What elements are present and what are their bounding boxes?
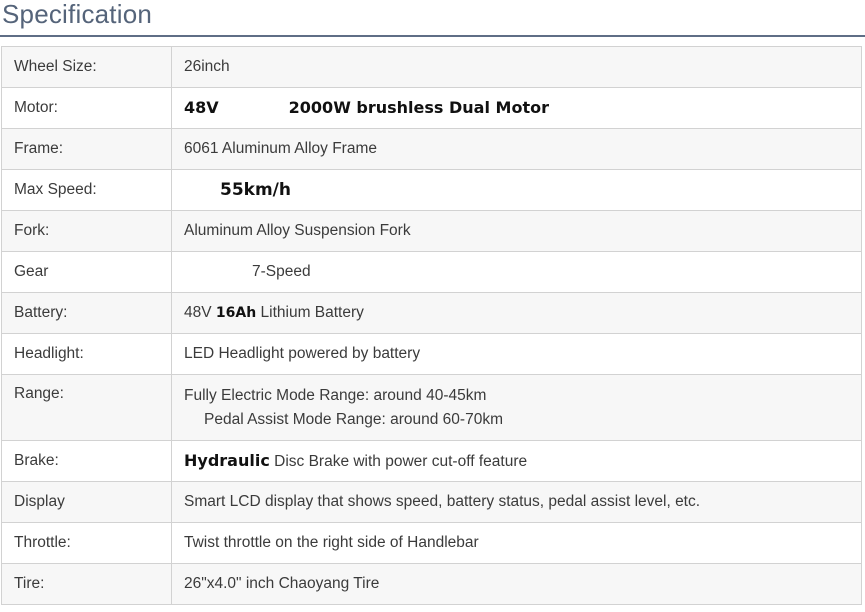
spec-label-gear: Gear [1,251,172,293]
spec-label-battery: Battery: [1,292,172,334]
spec-value-display: Smart LCD display that shows speed, batt… [171,481,862,523]
table-row: Fork: Aluminum Alloy Suspension Fork [1,210,862,252]
battery-type: Lithium Battery [260,304,364,321]
table-row: Motor: 48V 2000W brushless Dual Motor [1,87,862,129]
table-row: Frame: 6061 Aluminum Alloy Frame [1,128,862,170]
brake-detail: Disc Brake with power cut-off feature [274,453,528,470]
range-pedal-assist: Pedal Assist Mode Range: around 60-70km [204,410,503,428]
heading-divider [0,35,865,37]
spec-label-range: Range: [1,374,172,441]
section-heading: Specification [2,0,153,29]
spec-label-motor: Motor: [1,87,172,129]
spec-label-headlight: Headlight: [1,333,172,375]
spec-label-tire: Tire: [1,563,172,605]
spec-label-brake: Brake: [1,440,172,482]
spec-value-wheel-size: 26inch [171,46,862,88]
table-row: Throttle: Twist throttle on the right si… [1,522,862,564]
spec-label-max-speed: Max Speed: [1,169,172,211]
spec-table: Wheel Size: 26inch Motor: 48V 2000W brush… [1,46,862,605]
max-speed-value: 55km/h [220,180,291,200]
spec-value-battery: 48V 16Ah Lithium Battery [171,292,862,334]
table-row: Range: Fully Electric Mode Range: around… [1,374,862,441]
table-row: Max Speed: 55km/h [1,169,862,211]
spec-value-brake: Hydraulic Disc Brake with power cut-off … [171,440,862,482]
spec-value-fork: Aluminum Alloy Suspension Fork [171,210,862,252]
spec-value-motor: 48V 2000W brushless Dual Motor [171,87,862,129]
spec-label-throttle: Throttle: [1,522,172,564]
spec-label-frame: Frame: [1,128,172,170]
brake-type: Hydraulic [184,451,270,470]
spec-value-range: Fully Electric Mode Range: around 40-45k… [171,374,862,441]
table-row: Display Smart LCD display that shows spe… [1,481,862,523]
spec-value-headlight: LED Headlight powered by battery [171,333,862,375]
spec-value-throttle: Twist throttle on the right side of Hand… [171,522,862,564]
spec-label-fork: Fork: [1,210,172,252]
motor-power: 2000W brushless Dual Motor [288,98,549,117]
gear-value: 7-Speed [252,263,311,280]
table-row: Wheel Size: 26inch [1,46,862,88]
range-electric: Fully Electric Mode Range: around 40-45k… [184,386,487,404]
battery-voltage: 48V [184,304,212,321]
table-row: Gear 7-Speed [1,251,862,293]
table-row: Battery: 48V 16Ah Lithium Battery [1,292,862,334]
table-row: Brake: Hydraulic Disc Brake with power c… [1,440,862,482]
spec-label-display: Display [1,481,172,523]
spec-value-gear: 7-Speed [171,251,862,293]
table-row: Headlight: LED Headlight powered by batt… [1,333,862,375]
spec-value-max-speed: 55km/h [171,169,862,211]
spec-value-tire: 26"x4.0" inch Chaoyang Tire [171,563,862,605]
battery-capacity: 16Ah [215,305,257,321]
spec-label-wheel-size: Wheel Size: [1,46,172,88]
spec-value-frame: 6061 Aluminum Alloy Frame [171,128,862,170]
table-row: Tire: 26"x4.0" inch Chaoyang Tire [1,563,862,605]
motor-voltage: 48V [184,98,219,117]
